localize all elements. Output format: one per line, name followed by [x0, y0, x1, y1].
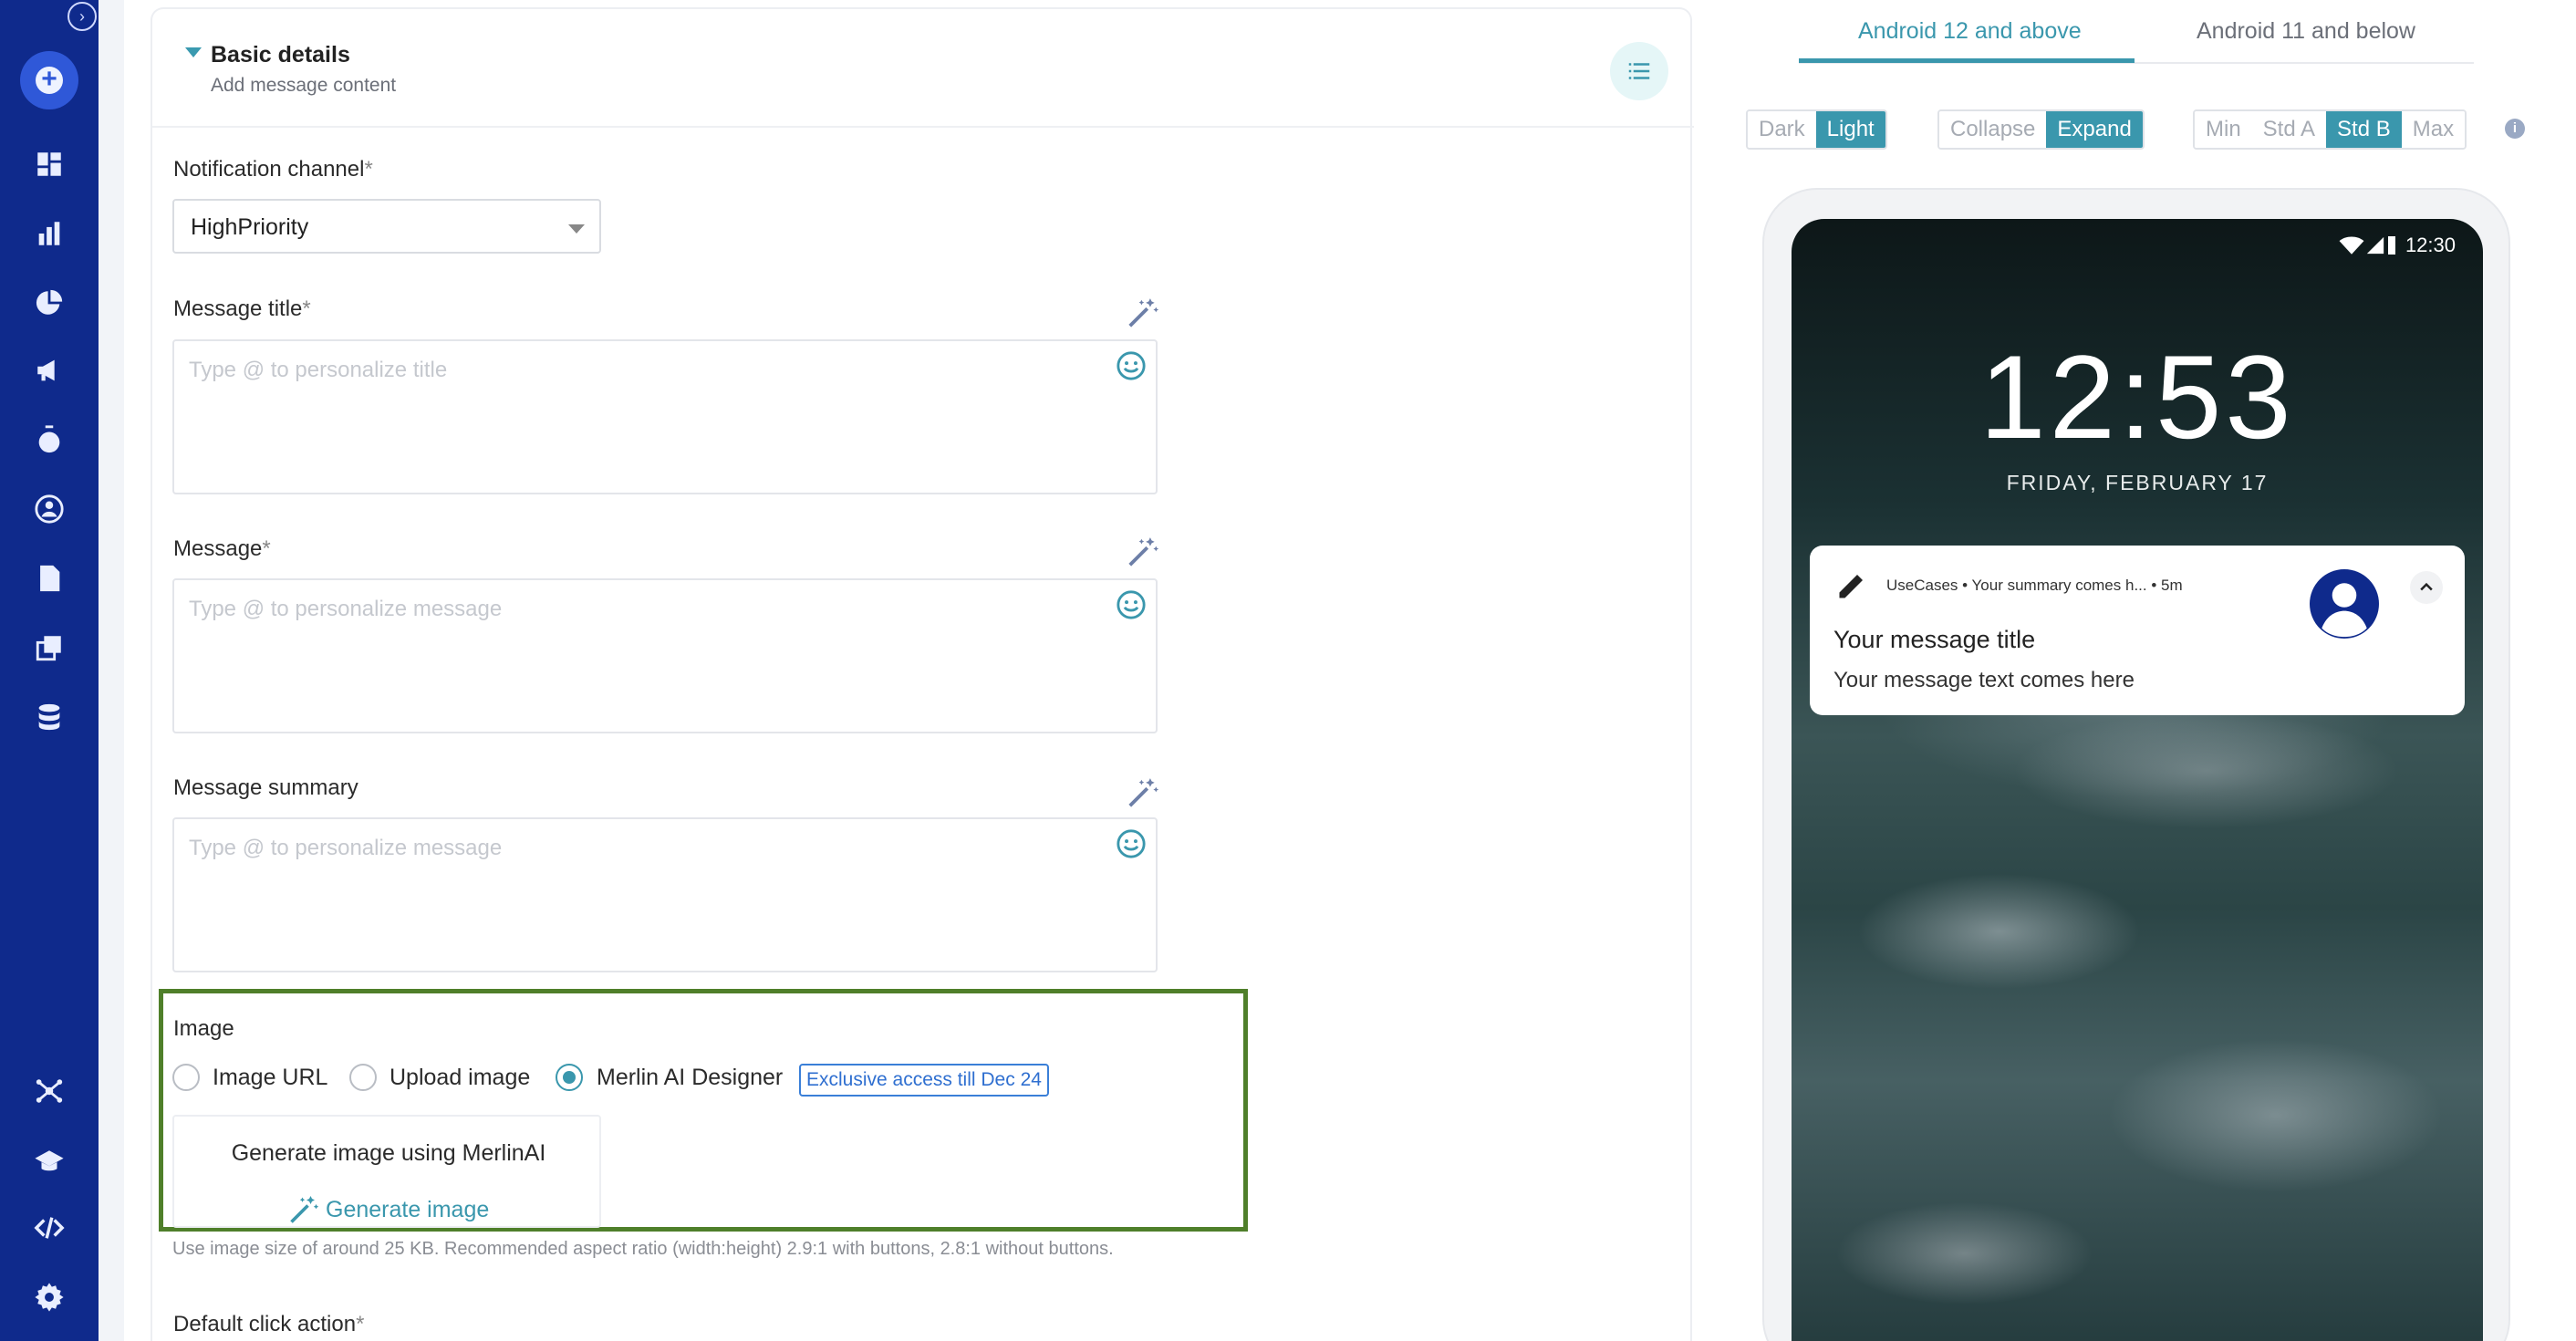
size-toggle: Min Std A Std B Max [2193, 109, 2467, 150]
android-version-tabs: Android 12 and above Android 11 and belo… [1799, 0, 2474, 64]
message-title-input[interactable]: Type @ to personalize title [172, 339, 1158, 494]
settings-icon[interactable] [27, 1275, 71, 1319]
message-summary-input[interactable]: Type @ to personalize message [172, 817, 1158, 972]
analytics-icon[interactable] [27, 212, 71, 255]
summary-placeholder: Type @ to personalize message [189, 836, 503, 860]
generate-image-card: Generate image using MerlinAI Generate i… [172, 1115, 601, 1228]
database-icon[interactable] [27, 695, 71, 739]
generate-image-title: Generate image using MerlinAI [231, 1140, 546, 1166]
channel-label: Notification channel* [173, 157, 373, 182]
emoji-icon[interactable] [1116, 828, 1147, 859]
lockscreen-clock: 12:53 [1979, 330, 2295, 463]
templates-icon[interactable] [27, 626, 71, 670]
collapse-option[interactable]: Collapse [1939, 111, 2047, 148]
dashboard-icon[interactable] [27, 142, 71, 186]
sidebar-toggle-button[interactable]: › [68, 2, 97, 31]
notification-title: Your message title [1833, 626, 2036, 653]
caret-down-icon [185, 47, 202, 57]
magic-wand-icon [290, 1196, 319, 1223]
chevron-down-icon [568, 224, 585, 234]
summary-label: Message summary [173, 775, 358, 800]
message-placeholder: Type @ to personalize message [189, 597, 503, 621]
generate-image-button[interactable]: Generate image [287, 1193, 489, 1226]
image-size-hint: Use image size of around 25 KB. Recommen… [172, 1239, 1114, 1259]
campaign-editor: › + Basic details Add message content No… [0, 0, 2576, 1341]
notification-card[interactable]: UseCases • Your summary comes h... • 5m … [1810, 546, 2465, 715]
integrations-icon[interactable] [27, 1069, 71, 1113]
phone-screen: 12:30 12:53 FRIDAY, FEBRUARY 17 [1792, 219, 2483, 1341]
title-placeholder: Type @ to personalize title [189, 358, 448, 382]
sidebar: › + [0, 0, 99, 1341]
notification-channel-select[interactable]: HighPriority [172, 199, 601, 254]
section-title: Basic details [211, 42, 350, 68]
section-subtitle: Add message content [211, 75, 397, 96]
size-std-a-option[interactable]: Std A [2251, 111, 2327, 148]
radio-image-url[interactable] [172, 1064, 200, 1091]
avatar [2310, 569, 2379, 639]
magic-wand-icon[interactable] [1126, 296, 1160, 330]
notification-text: Your message text comes here [1833, 668, 2135, 692]
size-max-option[interactable]: Max [2401, 111, 2466, 148]
active-tab-indicator [1799, 58, 2135, 63]
title-label: Message title* [173, 296, 311, 321]
generate-image-label: Generate image [326, 1196, 490, 1222]
collapse-notification-button[interactable] [2410, 571, 2443, 604]
stopwatch-icon[interactable] [27, 418, 71, 462]
sidebar-gutter [99, 0, 124, 1341]
theme-toggle: Dark Light [1746, 109, 1887, 150]
pie-chart-icon[interactable] [27, 281, 71, 325]
status-bar: 12:30 [2338, 234, 2456, 257]
lockscreen-date: FRIDAY, FEBRUARY 17 [2006, 471, 2269, 494]
tab-android-12[interactable]: Android 12 and above [1858, 18, 2082, 45]
message-input[interactable]: Type @ to personalize message [172, 578, 1158, 733]
code-icon[interactable] [27, 1206, 71, 1250]
message-label: Message* [173, 536, 271, 561]
radio-upload-image-label[interactable]: Upload image [390, 1065, 530, 1091]
size-min-option[interactable]: Min [2195, 111, 2252, 148]
radio-upload-image[interactable] [349, 1064, 377, 1091]
chevron-up-icon [2420, 582, 2433, 591]
emoji-icon[interactable] [1116, 589, 1147, 620]
exclusive-access-badge: Exclusive access till Dec 24 [799, 1064, 1049, 1097]
wifi-icon [2339, 236, 2364, 255]
signal-icon [2366, 236, 2384, 255]
emoji-icon[interactable] [1116, 350, 1147, 381]
pencil-icon [1839, 575, 1863, 598]
list-view-button[interactable] [1610, 42, 1668, 100]
click-action-label: Default click action* [173, 1312, 365, 1336]
magic-wand-icon[interactable] [1126, 775, 1160, 810]
expand-toggle: Collapse Expand [1937, 109, 2145, 150]
channel-value: HighPriority [191, 214, 309, 240]
magic-wand-icon[interactable] [1126, 535, 1160, 569]
user-segment-icon[interactable] [27, 487, 71, 531]
section-header[interactable]: Basic details Add message content [152, 9, 1694, 128]
battery-icon [2387, 236, 2395, 255]
document-icon[interactable] [27, 556, 71, 600]
tab-android-11[interactable]: Android 11 and below [2197, 18, 2415, 45]
academy-icon[interactable] [27, 1140, 71, 1184]
notification-meta: UseCases • Your summary comes h... • 5m [1886, 577, 2183, 594]
image-label: Image [173, 1016, 234, 1041]
radio-merlin-ai-designer[interactable] [556, 1064, 583, 1091]
size-std-b-option[interactable]: Std B [2326, 111, 2402, 148]
radio-merlin-ai-label[interactable]: Merlin AI Designer [597, 1065, 783, 1091]
radio-image-url-label[interactable]: Image URL [213, 1065, 327, 1091]
status-time: 12:30 [2405, 234, 2456, 256]
create-button[interactable]: + [20, 51, 78, 109]
list-icon [1628, 63, 1650, 79]
theme-dark-option[interactable]: Dark [1748, 111, 1816, 148]
theme-light-option[interactable]: Light [1815, 111, 1885, 148]
campaign-megaphone-icon[interactable] [27, 348, 71, 392]
expand-option[interactable]: Expand [2046, 111, 2143, 148]
plus-icon: + [36, 66, 63, 94]
info-icon[interactable]: i [2505, 119, 2525, 139]
